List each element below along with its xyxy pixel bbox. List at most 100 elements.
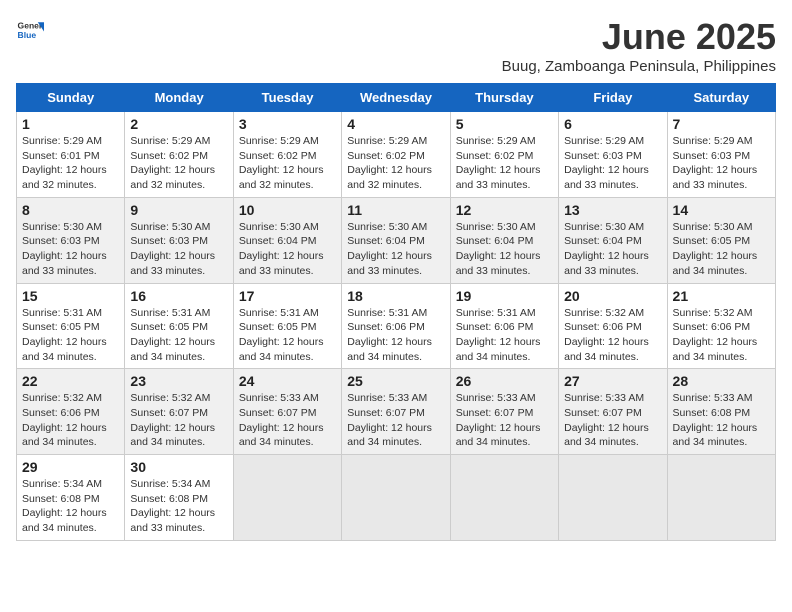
- calendar-subtitle: Buug, Zamboanga Peninsula, Philippines: [502, 58, 776, 75]
- day-number: 6: [564, 116, 661, 132]
- day-number: 21: [673, 288, 770, 304]
- day-number: 30: [130, 459, 227, 475]
- day-info: Sunrise: 5:30 AMSunset: 6:04 PMDaylight:…: [564, 220, 661, 279]
- day-info: Sunrise: 5:33 AMSunset: 6:07 PMDaylight:…: [564, 391, 661, 450]
- day-info: Sunrise: 5:30 AMSunset: 6:05 PMDaylight:…: [673, 220, 770, 279]
- calendar-table: Sunday Monday Tuesday Wednesday Thursday…: [16, 83, 776, 541]
- day-number: 18: [347, 288, 444, 304]
- calendar-body: 1 Sunrise: 5:29 AMSunset: 6:01 PMDayligh…: [17, 112, 776, 541]
- day-info: Sunrise: 5:29 AMSunset: 6:03 PMDaylight:…: [673, 134, 770, 193]
- calendar-day-cell: 7 Sunrise: 5:29 AMSunset: 6:03 PMDayligh…: [667, 112, 775, 198]
- calendar-week-row: 1 Sunrise: 5:29 AMSunset: 6:01 PMDayligh…: [17, 112, 776, 198]
- calendar-day-cell: 18 Sunrise: 5:31 AMSunset: 6:06 PMDaylig…: [342, 283, 450, 369]
- calendar-day-cell: 15 Sunrise: 5:31 AMSunset: 6:05 PMDaylig…: [17, 283, 125, 369]
- day-number: 22: [22, 373, 119, 389]
- calendar-week-row: 15 Sunrise: 5:31 AMSunset: 6:05 PMDaylig…: [17, 283, 776, 369]
- day-info: Sunrise: 5:33 AMSunset: 6:07 PMDaylight:…: [347, 391, 444, 450]
- day-number: 8: [22, 202, 119, 218]
- day-info: Sunrise: 5:29 AMSunset: 6:03 PMDaylight:…: [564, 134, 661, 193]
- day-number: 12: [456, 202, 553, 218]
- day-number: 19: [456, 288, 553, 304]
- calendar-day-cell: 27 Sunrise: 5:33 AMSunset: 6:07 PMDaylig…: [559, 369, 667, 455]
- day-info: Sunrise: 5:30 AMSunset: 6:03 PMDaylight:…: [22, 220, 119, 279]
- day-number: 14: [673, 202, 770, 218]
- header-friday: Friday: [559, 84, 667, 112]
- calendar-day-cell: 10 Sunrise: 5:30 AMSunset: 6:04 PMDaylig…: [233, 197, 341, 283]
- calendar-day-cell: [559, 455, 667, 541]
- day-number: 3: [239, 116, 336, 132]
- day-info: Sunrise: 5:31 AMSunset: 6:05 PMDaylight:…: [130, 306, 227, 365]
- calendar-day-cell: [450, 455, 558, 541]
- day-info: Sunrise: 5:32 AMSunset: 6:07 PMDaylight:…: [130, 391, 227, 450]
- day-info: Sunrise: 5:34 AMSunset: 6:08 PMDaylight:…: [130, 477, 227, 536]
- header-monday: Monday: [125, 84, 233, 112]
- calendar-day-cell: 9 Sunrise: 5:30 AMSunset: 6:03 PMDayligh…: [125, 197, 233, 283]
- header-saturday: Saturday: [667, 84, 775, 112]
- day-info: Sunrise: 5:30 AMSunset: 6:03 PMDaylight:…: [130, 220, 227, 279]
- calendar-title: June 2025: [502, 16, 776, 58]
- header-thursday: Thursday: [450, 84, 558, 112]
- day-info: Sunrise: 5:33 AMSunset: 6:07 PMDaylight:…: [456, 391, 553, 450]
- day-number: 13: [564, 202, 661, 218]
- day-info: Sunrise: 5:32 AMSunset: 6:06 PMDaylight:…: [22, 391, 119, 450]
- day-number: 25: [347, 373, 444, 389]
- calendar-day-cell: 3 Sunrise: 5:29 AMSunset: 6:02 PMDayligh…: [233, 112, 341, 198]
- day-info: Sunrise: 5:29 AMSunset: 6:02 PMDaylight:…: [347, 134, 444, 193]
- calendar-week-row: 29 Sunrise: 5:34 AMSunset: 6:08 PMDaylig…: [17, 455, 776, 541]
- day-number: 29: [22, 459, 119, 475]
- day-number: 7: [673, 116, 770, 132]
- calendar-day-cell: [667, 455, 775, 541]
- header: General Blue June 2025 Buug, Zamboanga P…: [16, 16, 776, 75]
- day-info: Sunrise: 5:34 AMSunset: 6:08 PMDaylight:…: [22, 477, 119, 536]
- calendar-day-cell: 14 Sunrise: 5:30 AMSunset: 6:05 PMDaylig…: [667, 197, 775, 283]
- calendar-week-row: 8 Sunrise: 5:30 AMSunset: 6:03 PMDayligh…: [17, 197, 776, 283]
- svg-text:Blue: Blue: [18, 30, 37, 40]
- logo: General Blue: [16, 16, 44, 44]
- calendar-day-cell: 28 Sunrise: 5:33 AMSunset: 6:08 PMDaylig…: [667, 369, 775, 455]
- calendar-day-cell: 6 Sunrise: 5:29 AMSunset: 6:03 PMDayligh…: [559, 112, 667, 198]
- day-info: Sunrise: 5:30 AMSunset: 6:04 PMDaylight:…: [456, 220, 553, 279]
- day-info: Sunrise: 5:29 AMSunset: 6:01 PMDaylight:…: [22, 134, 119, 193]
- day-info: Sunrise: 5:33 AMSunset: 6:07 PMDaylight:…: [239, 391, 336, 450]
- day-number: 26: [456, 373, 553, 389]
- day-info: Sunrise: 5:31 AMSunset: 6:06 PMDaylight:…: [456, 306, 553, 365]
- day-number: 17: [239, 288, 336, 304]
- day-info: Sunrise: 5:29 AMSunset: 6:02 PMDaylight:…: [239, 134, 336, 193]
- day-info: Sunrise: 5:33 AMSunset: 6:08 PMDaylight:…: [673, 391, 770, 450]
- weekday-header-row: Sunday Monday Tuesday Wednesday Thursday…: [17, 84, 776, 112]
- day-number: 27: [564, 373, 661, 389]
- calendar-week-row: 22 Sunrise: 5:32 AMSunset: 6:06 PMDaylig…: [17, 369, 776, 455]
- calendar-day-cell: 4 Sunrise: 5:29 AMSunset: 6:02 PMDayligh…: [342, 112, 450, 198]
- calendar-day-cell: 16 Sunrise: 5:31 AMSunset: 6:05 PMDaylig…: [125, 283, 233, 369]
- calendar-day-cell: 19 Sunrise: 5:31 AMSunset: 6:06 PMDaylig…: [450, 283, 558, 369]
- day-info: Sunrise: 5:32 AMSunset: 6:06 PMDaylight:…: [673, 306, 770, 365]
- calendar-day-cell: 26 Sunrise: 5:33 AMSunset: 6:07 PMDaylig…: [450, 369, 558, 455]
- header-sunday: Sunday: [17, 84, 125, 112]
- day-info: Sunrise: 5:29 AMSunset: 6:02 PMDaylight:…: [130, 134, 227, 193]
- day-info: Sunrise: 5:31 AMSunset: 6:05 PMDaylight:…: [239, 306, 336, 365]
- calendar-day-cell: 21 Sunrise: 5:32 AMSunset: 6:06 PMDaylig…: [667, 283, 775, 369]
- calendar-day-cell: 5 Sunrise: 5:29 AMSunset: 6:02 PMDayligh…: [450, 112, 558, 198]
- day-info: Sunrise: 5:30 AMSunset: 6:04 PMDaylight:…: [239, 220, 336, 279]
- day-number: 23: [130, 373, 227, 389]
- calendar-day-cell: 22 Sunrise: 5:32 AMSunset: 6:06 PMDaylig…: [17, 369, 125, 455]
- calendar-day-cell: 8 Sunrise: 5:30 AMSunset: 6:03 PMDayligh…: [17, 197, 125, 283]
- day-info: Sunrise: 5:31 AMSunset: 6:06 PMDaylight:…: [347, 306, 444, 365]
- day-info: Sunrise: 5:32 AMSunset: 6:06 PMDaylight:…: [564, 306, 661, 365]
- calendar-day-cell: 2 Sunrise: 5:29 AMSunset: 6:02 PMDayligh…: [125, 112, 233, 198]
- calendar-day-cell: 30 Sunrise: 5:34 AMSunset: 6:08 PMDaylig…: [125, 455, 233, 541]
- calendar-day-cell: 24 Sunrise: 5:33 AMSunset: 6:07 PMDaylig…: [233, 369, 341, 455]
- calendar-day-cell: 20 Sunrise: 5:32 AMSunset: 6:06 PMDaylig…: [559, 283, 667, 369]
- header-wednesday: Wednesday: [342, 84, 450, 112]
- calendar-day-cell: [233, 455, 341, 541]
- calendar-day-cell: 1 Sunrise: 5:29 AMSunset: 6:01 PMDayligh…: [17, 112, 125, 198]
- day-number: 5: [456, 116, 553, 132]
- day-number: 4: [347, 116, 444, 132]
- day-number: 15: [22, 288, 119, 304]
- day-number: 20: [564, 288, 661, 304]
- day-info: Sunrise: 5:31 AMSunset: 6:05 PMDaylight:…: [22, 306, 119, 365]
- day-number: 11: [347, 202, 444, 218]
- day-number: 28: [673, 373, 770, 389]
- day-number: 24: [239, 373, 336, 389]
- calendar-day-cell: 25 Sunrise: 5:33 AMSunset: 6:07 PMDaylig…: [342, 369, 450, 455]
